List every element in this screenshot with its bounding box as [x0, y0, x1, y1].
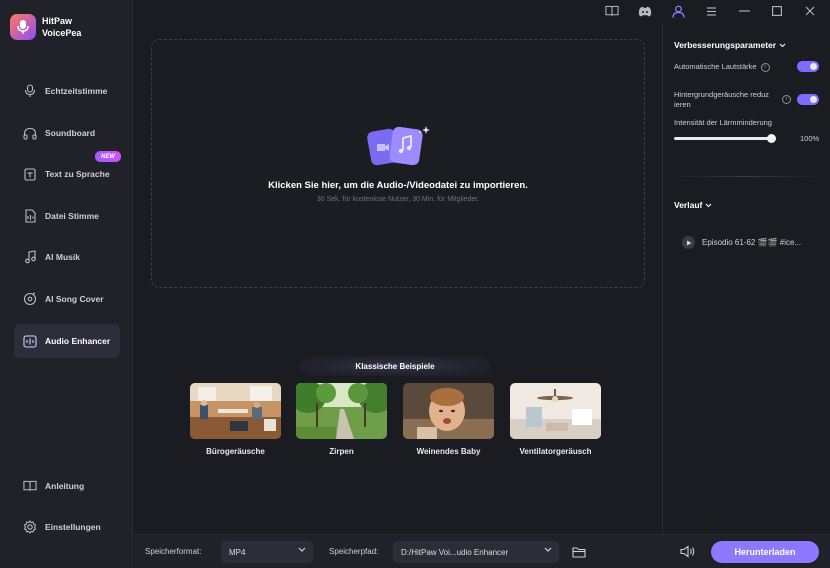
noise-reduce-label: Hintergrundgeräusche reduz ieren: [674, 90, 770, 109]
sidebar-item-ai-song-cover[interactable]: AI Song Cover: [14, 282, 120, 316]
example-fan-noise[interactable]: [510, 383, 601, 439]
logo-microphone-icon: [10, 14, 36, 40]
sidebar-item-label: AI Musik: [45, 252, 80, 262]
baby-photo: [403, 383, 494, 439]
discord-icon[interactable]: [638, 4, 652, 18]
guide-book-icon[interactable]: [605, 4, 619, 18]
divider: [674, 176, 820, 177]
maximize-icon[interactable]: [770, 4, 784, 18]
example-label-fan: Ventilatorgeräusch: [519, 447, 592, 456]
noise-intensity-label: Intensität der Lärmminderung: [674, 118, 772, 127]
params-title[interactable]: Verbesserungsparameter: [674, 40, 786, 50]
play-icon[interactable]: [682, 236, 695, 249]
app-logo: HitPaw VoicePea: [10, 14, 81, 40]
volume-icon[interactable]: [680, 545, 696, 563]
sidebar-item-label: AI Song Cover: [45, 294, 104, 304]
text-to-speech-icon: [23, 167, 37, 181]
sidebar-item-text-zu-sprache[interactable]: Text zu Sprache: [14, 157, 120, 191]
sidebar-item-label: Anleitung: [45, 481, 85, 491]
auto-volume-toggle[interactable]: [797, 61, 819, 72]
park-path-photo: [296, 383, 387, 439]
file-voice-icon: [23, 209, 37, 223]
microphone-icon: [23, 84, 37, 98]
sidebar-item-einstellungen[interactable]: Einstellungen: [14, 510, 120, 544]
dropzone-title: Klicken Sie hier, um die Audio-/Videodat…: [268, 180, 528, 191]
minimize-icon[interactable]: [737, 4, 751, 18]
download-button[interactable]: Herunterladen: [711, 541, 819, 563]
sidebar: HitPaw VoicePea Echtzeitstimme Soundboar…: [0, 0, 133, 568]
history-item[interactable]: Episodio 61-62 🎬🎬 #ice...: [682, 236, 801, 249]
sidebar-item-label: Einstellungen: [45, 522, 101, 532]
noise-intensity-slider-handle[interactable]: [767, 134, 776, 143]
info-icon[interactable]: i: [760, 62, 770, 72]
bottom-bar: Speicherformat: MP4 Speicherpfad: D:/Hit…: [134, 534, 830, 568]
menu-icon[interactable]: [704, 4, 718, 18]
music-note-icon: [23, 250, 37, 264]
noise-reduce-toggle[interactable]: [797, 94, 819, 105]
sidebar-item-audio-enhancer[interactable]: Audio Enhancer: [14, 324, 120, 358]
sidebar-item-label: Text zu Sprache: [45, 169, 110, 179]
sidebar-item-label: Echtzeitstimme: [45, 86, 108, 96]
examples-header: Klassische Beispiele: [300, 356, 490, 376]
sidebar-item-label: Soundboard: [45, 128, 96, 138]
info-icon[interactable]: i: [782, 95, 791, 104]
right-panel: Verbesserungsparameter Automatische Laut…: [662, 24, 830, 534]
history-item-label: Episodio 61-62 🎬🎬 #ice...: [702, 238, 802, 247]
new-badge: NEW: [95, 151, 121, 162]
import-media-icon: [367, 126, 430, 166]
app-name-line2: VoicePea: [42, 28, 82, 38]
history-title[interactable]: Verlauf: [674, 200, 712, 210]
book-icon: [23, 479, 37, 493]
sidebar-item-soundboard[interactable]: Soundboard: [14, 116, 120, 150]
sidebar-item-label: Datei Stimme: [45, 211, 99, 221]
path-select[interactable]: D:/HitPaw Voi...udio Enhancer: [393, 541, 559, 563]
sidebar-item-datei-stimme[interactable]: Datei Stimme: [14, 199, 120, 233]
dropzone-subtitle: 30 Sek. für kostenlose Nutzer, 30 Min. f…: [316, 196, 480, 203]
sidebar-item-anleitung[interactable]: Anleitung: [14, 469, 120, 503]
chevron-down-icon: [779, 43, 786, 47]
audio-enhancer-icon: [23, 334, 37, 348]
folder-icon[interactable]: [572, 545, 586, 563]
user-icon[interactable]: [671, 4, 685, 18]
noise-intensity-value: 100%: [800, 134, 820, 143]
format-label: Speicherformat:: [145, 547, 202, 556]
headphones-icon: [23, 126, 37, 140]
example-label-baby: Weinendes Baby: [416, 447, 481, 456]
office-photo: [190, 383, 281, 439]
example-label-chirping: Zirpen: [329, 447, 354, 456]
chevron-down-icon: [298, 547, 306, 552]
sidebar-item-ai-musik[interactable]: AI Musik: [14, 240, 120, 274]
auto-volume-label: Automatische Lautstärke i: [674, 62, 770, 72]
import-dropzone[interactable]: Klicken Sie hier, um die Audio-/Videodat…: [151, 39, 645, 288]
sidebar-item-echtzeitstimme[interactable]: Echtzeitstimme: [14, 74, 120, 108]
example-label-office: Bürogeräusche: [206, 447, 265, 456]
noise-intensity-slider[interactable]: [674, 137, 772, 140]
gear-icon: [23, 520, 37, 534]
ceiling-fan-photo: [510, 383, 601, 439]
app-name-line1: HitPaw: [42, 16, 73, 26]
example-office-noise[interactable]: [190, 383, 281, 439]
song-cover-icon: [23, 292, 37, 306]
example-chirping[interactable]: [296, 383, 387, 439]
path-label: Speicherpfad:: [329, 547, 379, 556]
chevron-down-icon: [705, 203, 712, 207]
close-icon[interactable]: [803, 4, 817, 18]
example-crying-baby[interactable]: [403, 383, 494, 439]
chevron-down-icon: [544, 547, 552, 552]
format-select[interactable]: MP4: [221, 541, 313, 563]
sidebar-item-label: Audio Enhancer: [45, 336, 111, 346]
